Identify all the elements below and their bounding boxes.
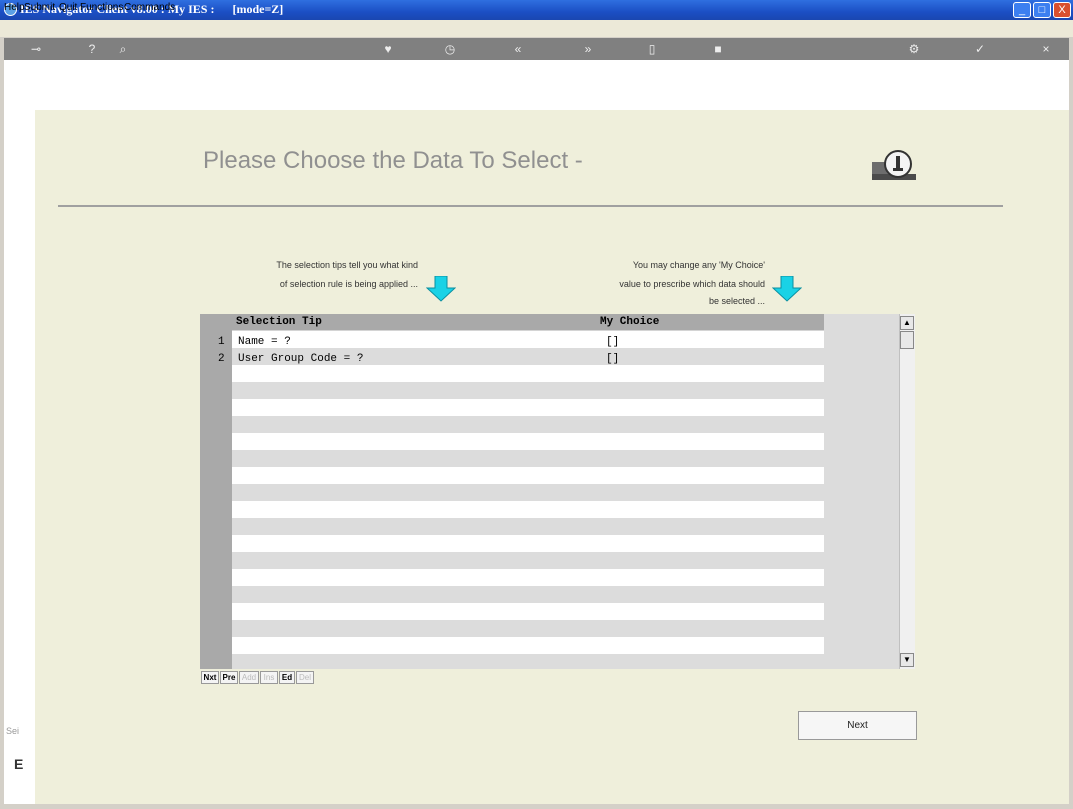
table-row[interactable] bbox=[232, 535, 824, 552]
table-row[interactable] bbox=[232, 501, 824, 518]
search-icon[interactable]: ⌕ bbox=[115, 41, 131, 57]
rewind-icon[interactable]: « bbox=[510, 41, 526, 57]
table-row[interactable] bbox=[232, 382, 824, 399]
table-row[interactable] bbox=[232, 433, 824, 450]
table-row[interactable] bbox=[232, 654, 824, 669]
scrollbar[interactable] bbox=[899, 314, 915, 669]
table-row[interactable] bbox=[232, 450, 824, 467]
table-row[interactable] bbox=[232, 637, 824, 654]
column-header-selection-tip[interactable]: Selection Tip bbox=[236, 316, 322, 328]
side-fragment-2: E bbox=[14, 756, 24, 772]
fast-forward-icon[interactable]: » bbox=[580, 41, 596, 57]
menu-submit[interactable]: Submit bbox=[24, 2, 55, 13]
scroll-thumb[interactable] bbox=[900, 331, 914, 349]
key-icon[interactable]: ⊸ bbox=[28, 41, 44, 57]
maximize-button[interactable]: □ bbox=[1033, 2, 1051, 18]
info-icon[interactable] bbox=[870, 148, 918, 182]
table-row[interactable] bbox=[232, 603, 824, 620]
table-row[interactable] bbox=[232, 331, 824, 348]
row-number-column bbox=[200, 314, 232, 669]
tip-right-line-1: You may change any 'My Choice' bbox=[632, 260, 765, 270]
next-record-button[interactable]: Nxt bbox=[201, 671, 219, 684]
divider bbox=[58, 205, 1003, 207]
menu-commands[interactable]: Commands bbox=[124, 2, 175, 13]
row-choice-cell[interactable]: [] bbox=[606, 353, 619, 365]
minimize-button[interactable]: _ bbox=[1013, 2, 1031, 18]
row-tip-cell[interactable]: User Group Code = ? bbox=[238, 353, 363, 365]
page-icon[interactable]: ▯ bbox=[644, 41, 660, 57]
table-row[interactable] bbox=[232, 569, 824, 586]
scroll-down-button[interactable]: ▼ bbox=[900, 653, 914, 667]
delete-record-button[interactable]: Del bbox=[296, 671, 314, 684]
close-button[interactable]: X bbox=[1053, 2, 1071, 18]
table-row[interactable] bbox=[232, 467, 824, 484]
column-header-my-choice[interactable]: My Choice bbox=[600, 316, 659, 328]
add-record-button[interactable]: Add bbox=[239, 671, 259, 684]
table-row[interactable] bbox=[232, 484, 824, 501]
row-number: 1 bbox=[218, 336, 225, 348]
tip-left-line-1: The selection tips tell you what kind bbox=[276, 260, 418, 270]
menu-functions[interactable]: Functions bbox=[80, 2, 123, 13]
menu-help[interactable]: Help bbox=[4, 2, 25, 13]
help-icon[interactable]: ? bbox=[84, 41, 100, 57]
previous-record-button[interactable]: Pre bbox=[220, 671, 238, 684]
table-row[interactable] bbox=[232, 620, 824, 637]
tip-right-line-3: be selected ... bbox=[708, 296, 765, 306]
tip-right-line-2: value to prescribe which data should bbox=[619, 279, 765, 289]
settings-icon[interactable]: ⚙ bbox=[906, 41, 922, 57]
table-row[interactable] bbox=[232, 399, 824, 416]
arrow-down-icon-right bbox=[772, 276, 802, 302]
menu-bar bbox=[0, 20, 1073, 37]
arrow-down-icon-left bbox=[426, 276, 456, 302]
row-number: 2 bbox=[218, 353, 225, 365]
tip-left-line-2: of selection rule is being applied ... bbox=[279, 279, 418, 289]
edit-record-button[interactable]: Ed bbox=[279, 671, 295, 684]
table-row[interactable] bbox=[232, 552, 824, 569]
side-fragment-1: Sei bbox=[6, 726, 20, 736]
close-icon[interactable]: × bbox=[1038, 41, 1054, 57]
table-row[interactable] bbox=[232, 586, 824, 603]
table-row[interactable] bbox=[232, 365, 824, 382]
next-button[interactable]: Next bbox=[798, 711, 917, 740]
row-choice-cell[interactable]: [] bbox=[606, 336, 619, 348]
tip-left: The selection tips tell you what kind of… bbox=[218, 256, 418, 294]
clock-icon[interactable]: ◷ bbox=[442, 41, 458, 57]
menu-quit[interactable]: Quit bbox=[59, 2, 77, 13]
insert-record-button[interactable]: Ins bbox=[260, 671, 278, 684]
tip-right: You may change any 'My Choice' value to … bbox=[560, 256, 765, 308]
scroll-up-button[interactable]: ▲ bbox=[900, 316, 914, 330]
row-tip-cell[interactable]: Name = ? bbox=[238, 336, 291, 348]
stop-icon[interactable]: ■ bbox=[710, 41, 726, 57]
heart-icon[interactable]: ♥ bbox=[380, 41, 396, 57]
grid-blank-area bbox=[824, 314, 899, 669]
page-title: Please Choose the Data To Select - bbox=[203, 147, 583, 174]
table-row[interactable] bbox=[232, 416, 824, 433]
ok-icon[interactable]: ✓ bbox=[972, 41, 988, 57]
table-row[interactable] bbox=[232, 518, 824, 535]
